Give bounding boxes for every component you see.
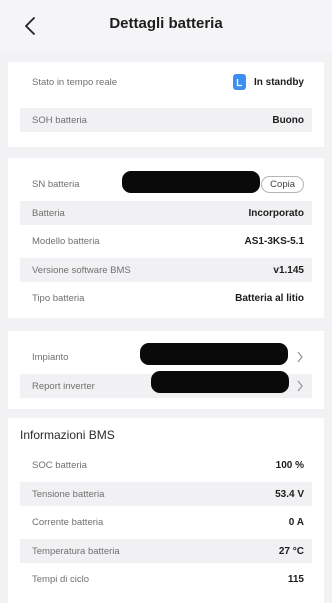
soh-value: Buono (272, 114, 304, 126)
bms-section-title: Informazioni BMS (20, 428, 115, 442)
header-bar: Dettagli batteria (0, 0, 332, 52)
copy-button[interactable]: Copia (261, 175, 304, 193)
voltage-row: Tensione batteria 53.4 V (20, 482, 312, 506)
inverter-report-label: Report inverter (32, 380, 95, 392)
cycle-count-label: Tempi di ciclo (32, 573, 90, 585)
soc-label: SOC batteria (32, 459, 87, 471)
temperature-row: Temperatura batteria 27 °C (20, 539, 312, 563)
page-title: Dettagli batteria (109, 15, 223, 32)
current-value: 0 A (288, 516, 304, 528)
chevron-right-icon (297, 351, 303, 363)
soh-row: SOH batteria Buono (20, 108, 312, 132)
battery-type-value: Batteria al litio (235, 292, 304, 304)
bms-software-label: Versione software BMS (32, 264, 131, 276)
temperature-label: Temperatura batteria (32, 545, 120, 557)
status-card: Stato in tempo reale In standby SOH batt… (8, 62, 324, 147)
realtime-status-row: Stato in tempo reale In standby (20, 70, 312, 94)
redacted-inverter-name (151, 371, 289, 393)
battery-model-label: Modello batteria (32, 235, 100, 247)
cycle-count-value: 115 (287, 573, 304, 585)
realtime-status-label: Stato in tempo reale (32, 76, 118, 88)
redacted-plant-name (140, 343, 288, 365)
battery-type-row: Tipo batteria Batteria al litio (20, 286, 312, 310)
realtime-status-value-group: In standby (232, 74, 304, 90)
battery-model-row: Modello batteria AS1-3KS-5.1 (20, 229, 312, 253)
soc-row: SOC batteria 100 % (20, 453, 312, 477)
bms-software-value: v1.145 (273, 264, 304, 276)
battery-label: Batteria (32, 207, 65, 219)
links-card: Impianto Report inverter (8, 331, 324, 409)
plant-label: Impianto (32, 351, 69, 363)
battery-value: Incorporato (248, 207, 304, 219)
current-label: Corrente batteria (32, 516, 104, 528)
realtime-status-value: In standby (253, 76, 304, 88)
battery-model-value: AS1-3KS-5.1 (244, 235, 304, 247)
current-row: Corrente batteria 0 A (20, 510, 312, 534)
voltage-label: Tensione batteria (32, 488, 105, 500)
bms-info-card: Informazioni BMS SOC batteria 100 % Tens… (8, 418, 324, 603)
soh-label: SOH batteria (32, 114, 87, 126)
cycle-count-row: Tempi di ciclo 115 (20, 567, 312, 591)
soc-value: 100 % (275, 459, 304, 471)
temperature-value: 27 °C (278, 545, 304, 557)
battery-standby-icon (232, 74, 246, 90)
redacted-serial-number (122, 171, 260, 193)
battery-type-label: Tipo batteria (32, 292, 85, 304)
battery-info-card: SN batteria Copia Batteria Incorporato M… (8, 158, 324, 318)
battery-details-screen: Dettagli batteria Stato in tempo reale I… (0, 0, 332, 603)
serial-number-label: SN batteria (32, 178, 80, 190)
bms-software-row: Versione software BMS v1.145 (20, 258, 312, 282)
chevron-right-icon (297, 380, 303, 392)
battery-row: Batteria Incorporato (20, 201, 312, 225)
voltage-value: 53.4 V (275, 488, 304, 500)
